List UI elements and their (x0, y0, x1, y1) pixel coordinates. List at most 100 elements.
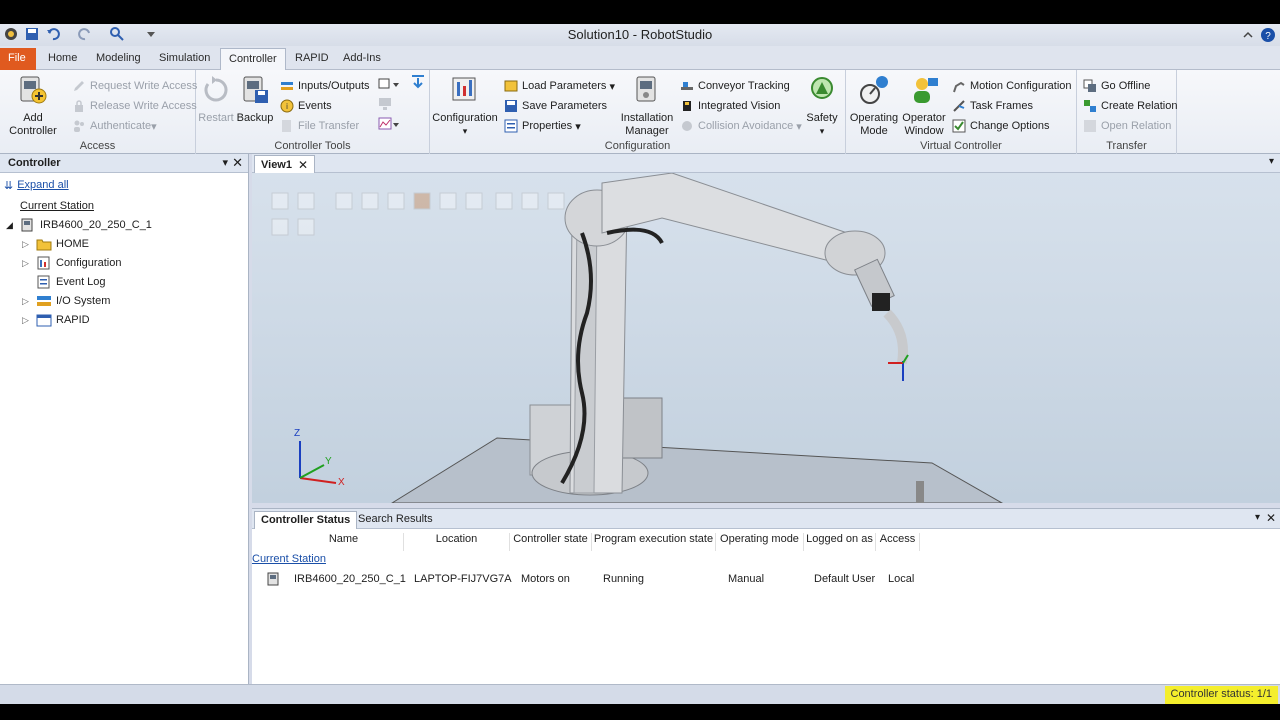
inputs-outputs-button[interactable]: Inputs/Outputs (280, 77, 370, 95)
view-menu-icon[interactable]: ▾ (1269, 156, 1274, 167)
camera-dropdown-icon[interactable] (378, 77, 400, 91)
properties-label: Properties (522, 120, 573, 132)
configuration-button[interactable]: Configuration ▾ (432, 74, 498, 138)
panel-menu-icon[interactable]: ▾ (222, 156, 228, 169)
tree-item-configuration[interactable]: ▷ Configuration (22, 254, 121, 272)
release-write-access-button[interactable]: Release Write Access (72, 97, 197, 115)
go-offline-button[interactable]: Go Offline (1083, 77, 1150, 95)
tab-search-results[interactable]: Search Results (352, 511, 439, 529)
help-icon[interactable]: ? (1260, 27, 1276, 43)
column-location[interactable]: Location (404, 533, 510, 551)
column-access[interactable]: Access (876, 533, 920, 551)
download-arrow-icon[interactable] (410, 74, 426, 90)
tree-controller[interactable]: ◢ IRB4600_20_250_C_1 (6, 216, 152, 234)
safety-label: Safety (806, 112, 838, 124)
change-options-button[interactable]: Change Options (952, 117, 1050, 135)
open-relation-label: Open Relation (1101, 120, 1172, 132)
motion-configuration-label: Motion Configuration (970, 80, 1072, 92)
collision-avoidance-button[interactable]: Collision Avoidance ▾ (680, 117, 802, 135)
save-parameters-label: Save Parameters (522, 100, 607, 112)
load-parameters-icon (504, 80, 518, 92)
tab-controller[interactable]: Controller (220, 48, 286, 71)
tab-home[interactable]: Home (40, 48, 85, 70)
task-frames-button[interactable]: Task Frames (952, 97, 1033, 115)
controller-status-indicator[interactable]: Controller status: 1/1 (1164, 686, 1278, 704)
users-icon (74, 120, 84, 132)
bottom-panel-menu-icon[interactable]: ▾ (1255, 512, 1260, 523)
column-controller-state[interactable]: Controller state (510, 533, 592, 551)
create-relation-label: Create Relation (1101, 100, 1178, 112)
change-options-label: Change Options (970, 120, 1050, 132)
operator-window-button[interactable]: Operator Window (900, 74, 948, 138)
x-axis (299, 477, 337, 484)
authenticate-button[interactable]: Authenticate ▾ (72, 117, 157, 135)
authenticate-label: Authenticate (90, 120, 152, 132)
bottom-panel-close-icon[interactable]: ✕ (1266, 511, 1276, 525)
expand-icon[interactable]: ▷ (22, 258, 36, 269)
view-tab-close-icon[interactable]: ✕ (298, 158, 308, 172)
restart-button[interactable]: Restart (198, 74, 234, 125)
properties-button[interactable]: Properties ▾ (504, 117, 581, 135)
events-button[interactable]: i Events (280, 97, 332, 115)
controller-icon (21, 218, 33, 232)
installation-manager-label: Installation Manager (620, 112, 674, 137)
tab-rapid[interactable]: RAPID (287, 48, 337, 70)
tree-item-event-log[interactable]: Event Log (36, 273, 106, 291)
add-controller-icon (20, 76, 47, 104)
conveyor-tracking-label: Conveyor Tracking (698, 80, 790, 92)
safety-button[interactable]: Safety ▾ (804, 74, 840, 138)
load-parameters-button[interactable]: Load Parameters ▾ (504, 77, 615, 95)
open-relation-button[interactable]: Open Relation (1083, 117, 1171, 135)
cell-controller-state: Motors on (521, 573, 570, 585)
column-logged-on-as[interactable]: Logged on as (804, 533, 876, 551)
window-title: Solution10 - RobotStudio (567, 27, 713, 42)
file-transfer-button[interactable]: File Transfer (280, 117, 359, 135)
configuration-icon (452, 77, 476, 101)
operating-mode-button[interactable]: Operating Mode (848, 74, 900, 138)
svg-text:?: ? (1265, 31, 1271, 42)
group-controller-tools-label: Controller Tools (274, 140, 351, 152)
tab-add-ins[interactable]: Add-Ins (335, 48, 389, 70)
tab-controller-status[interactable]: Controller Status (254, 511, 358, 529)
cell-logged-on-as: Default User (814, 573, 876, 585)
expand-all-link[interactable]: Expand all (17, 179, 68, 191)
integrated-vision-label: Integrated Vision (698, 100, 781, 112)
events-label: Events (298, 100, 332, 112)
expand-all-row[interactable]: ⇊ Expand all (4, 176, 69, 194)
tree-item-home[interactable]: ▷ HOME (22, 235, 89, 253)
add-controller-button[interactable]: Add Controller (4, 74, 62, 138)
collapse-icon[interactable]: ◢ (6, 220, 20, 231)
tree-current-station[interactable]: Current Station (20, 197, 94, 215)
expand-all-icon: ⇊ (4, 179, 14, 192)
conveyor-tracking-button[interactable]: Conveyor Tracking (680, 77, 790, 95)
tab-simulation[interactable]: Simulation (151, 48, 218, 70)
column-operating-mode[interactable]: Operating mode (716, 533, 804, 551)
tree-item-io-system[interactable]: ▷ I/O System (22, 292, 110, 310)
bottom-tab-strip: Controller Status Search Results ▾ ✕ (252, 509, 1280, 529)
column-name[interactable]: Name (284, 533, 404, 551)
monitor-icon[interactable] (378, 97, 392, 111)
expand-icon[interactable]: ▷ (22, 239, 36, 250)
column-program-execution-state[interactable]: Program execution state (592, 533, 716, 551)
panel-close-icon[interactable]: ✕ (232, 155, 243, 171)
3d-viewport[interactable]: Z Y X (252, 173, 1280, 503)
backup-button[interactable]: Backup (236, 74, 274, 125)
tab-file[interactable]: File (0, 48, 36, 70)
group-current-station[interactable]: Current Station (252, 553, 326, 565)
motion-configuration-button[interactable]: Motion Configuration (952, 77, 1072, 95)
group-configuration: Configuration ▾ Load Parameters ▾ Save P… (430, 70, 846, 154)
installation-manager-button[interactable]: Installation Manager (616, 74, 678, 138)
tree-item-label: I/O System (56, 295, 111, 307)
tree-item-rapid[interactable]: ▷ RAPID (22, 311, 90, 329)
signal-analyzer-icon[interactable] (378, 117, 400, 131)
expand-icon[interactable]: ▷ (22, 315, 36, 326)
tab-view1[interactable]: View1 ✕ (254, 155, 316, 173)
integrated-vision-button[interactable]: Integrated Vision (680, 97, 780, 115)
tab-modeling[interactable]: Modeling (88, 48, 149, 70)
camera-icon (683, 101, 691, 111)
minimize-ribbon-icon[interactable] (1242, 29, 1254, 41)
save-parameters-button[interactable]: Save Parameters (504, 97, 607, 115)
create-relation-button[interactable]: Create Relation (1083, 97, 1177, 115)
expand-icon[interactable]: ▷ (22, 296, 36, 307)
request-write-access-button[interactable]: Request Write Access (72, 77, 197, 95)
